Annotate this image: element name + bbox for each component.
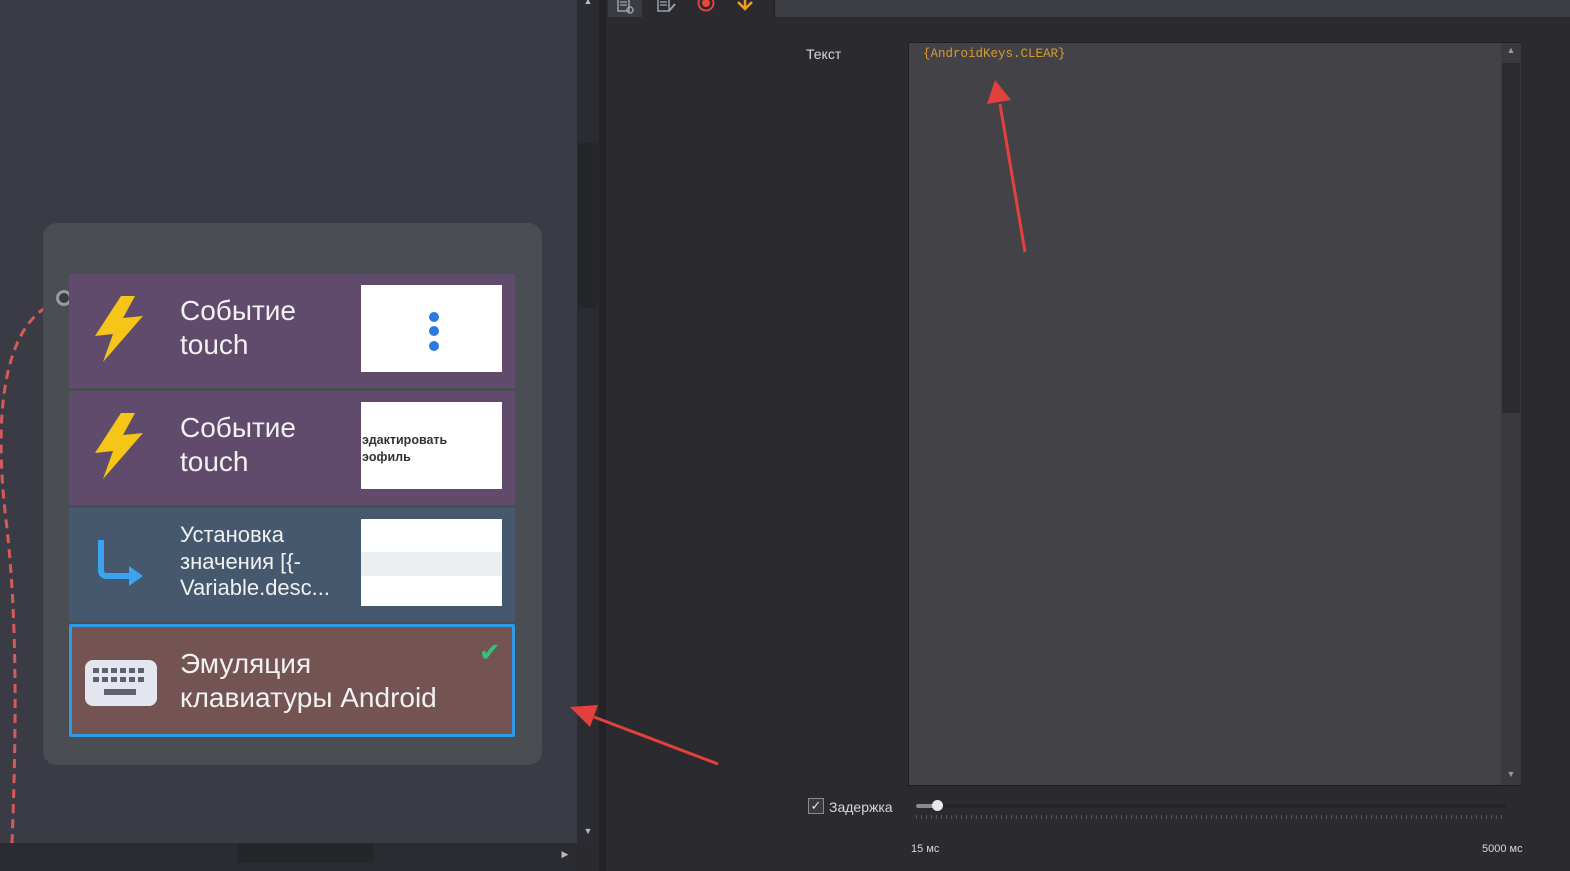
node-title: Эмуляция клавиатуры Android (180, 648, 437, 713)
toolbar-tab-strip (774, 0, 1570, 17)
record-button[interactable] (690, 0, 724, 17)
scenario-canvas[interactable]: Событие touch Событие touch эдактировать… (0, 0, 577, 843)
node-thumbnail-input-field (361, 519, 502, 606)
scroll-down-icon[interactable]: ▼ (577, 825, 599, 837)
thumbnail-text: эдактировать эофиль (362, 433, 448, 464)
record-icon (697, 0, 715, 12)
lightning-icon (95, 296, 143, 362)
canvas-horizontal-scrollbar[interactable]: ▶ (0, 843, 577, 871)
delay-min-label: 15 мс (911, 843, 940, 855)
delay-slider-ticks (916, 815, 1506, 819)
node-touch-event-2[interactable]: Событие touch эдактировать эофиль (69, 391, 515, 505)
text-field-label: Текст (806, 46, 842, 62)
edit-list-icon (657, 0, 676, 12)
check-icon: ✔ (479, 637, 501, 667)
lightning-icon (95, 413, 143, 479)
node-title: Событие touch (180, 295, 296, 360)
node-touch-event-1[interactable]: Событие touch (69, 274, 515, 388)
scroll-thumb[interactable] (237, 843, 374, 863)
delay-checkbox[interactable]: ✓ (808, 798, 824, 814)
scroll-up-icon[interactable]: ▲ (577, 0, 599, 6)
scroll-thumb[interactable] (1502, 63, 1520, 413)
properties-panel: Текст {AndroidKeys.CLEAR} ▲ ▼ ✓ Задержка… (606, 0, 1570, 871)
delay-slider-handle[interactable] (931, 800, 943, 811)
node-thumbnail-edit-profile: эдактировать эофиль (361, 402, 502, 489)
node-title: Событие touch (180, 412, 296, 477)
delay-slider[interactable] (916, 800, 1506, 811)
scroll-thumb[interactable] (578, 143, 598, 308)
text-editor-value[interactable]: {AndroidKeys.CLEAR} (923, 47, 1066, 61)
properties-button[interactable] (608, 0, 642, 17)
scroll-right-icon[interactable]: ▶ (558, 847, 572, 861)
keyboard-icon (85, 660, 157, 706)
node-android-keyboard-emulation[interactable]: Эмуляция клавиатуры Android ✔ (69, 624, 515, 737)
scroll-up-icon[interactable]: ▲ (1501, 45, 1521, 55)
scroll-down-icon[interactable]: ▼ (1501, 769, 1521, 779)
toolbar (606, 0, 1570, 17)
canvas-vertical-scrollbar[interactable]: ▲ ▼ (577, 0, 599, 843)
node-title: Установка значения [{- Variable.desc... (180, 522, 331, 600)
download-arrow-icon (737, 0, 753, 11)
panel-splitter[interactable] (599, 0, 606, 871)
arrow-turn-icon (98, 540, 143, 586)
node-set-value[interactable]: Установка значения [{- Variable.desc... (69, 508, 515, 622)
node-thumbnail-menu-dots (361, 285, 502, 372)
text-editor[interactable]: {AndroidKeys.CLEAR} (908, 42, 1521, 786)
download-button[interactable] (728, 0, 762, 17)
properties-icon (617, 0, 634, 14)
editor-scrollbar[interactable]: ▲ ▼ (1501, 43, 1521, 785)
delay-max-label: 5000 мс (1482, 843, 1523, 855)
delay-label: Задержка (829, 799, 893, 815)
edit-list-button[interactable] (650, 0, 684, 17)
